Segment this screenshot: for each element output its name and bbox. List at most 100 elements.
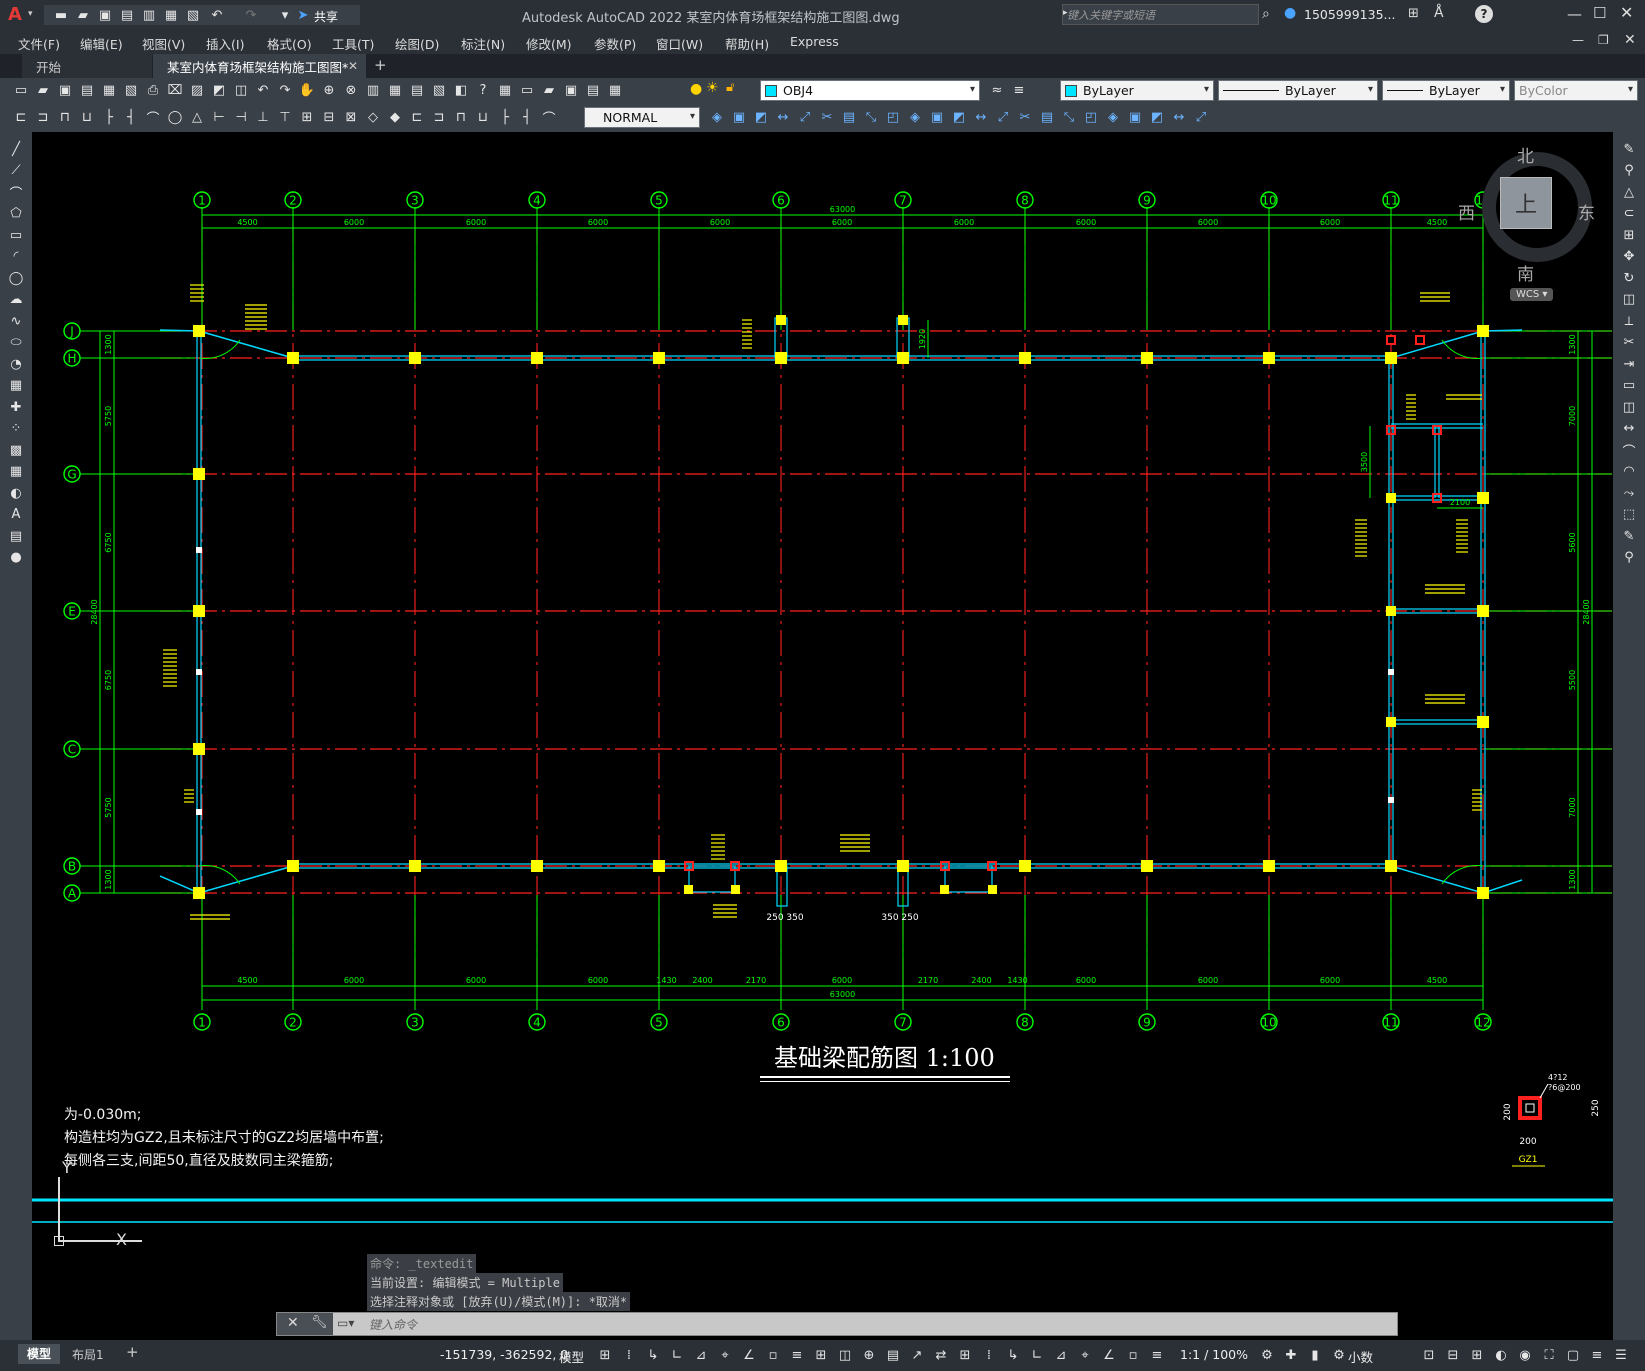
app-logo-icon[interactable]: A (8, 4, 30, 26)
autodesk-a360-icon[interactable]: Å (1434, 5, 1444, 21)
search-box[interactable]: 键入关键字或短语 (1062, 4, 1259, 25)
dimension-tool-23-icon[interactable]: ├ (496, 108, 514, 126)
modify-palette-15-icon[interactable]: ⌒ (1620, 441, 1638, 460)
modify-tool-15-icon[interactable]: ✂ (1016, 108, 1034, 126)
status-tool-3-icon[interactable]: ▮ (1306, 1346, 1324, 1364)
standard-tool-5-icon[interactable]: ▦ (100, 81, 118, 99)
dimension-tool-9-icon[interactable]: △ (188, 108, 206, 126)
dimension-tool-3-icon[interactable]: ⊓ (56, 108, 74, 126)
draw-tool-11-icon[interactable]: ◔ (7, 355, 25, 373)
modify-palette-1-icon[interactable]: ✎ (1620, 140, 1638, 158)
share-label[interactable]: 共享 (314, 8, 338, 25)
modify-tool-2-icon[interactable]: ▣ (730, 108, 748, 126)
modify-tool-11-icon[interactable]: ▣ (928, 108, 946, 126)
draw-tool-14-icon[interactable]: ⁘ (7, 420, 25, 438)
doc-minimize-icon[interactable]: — (1572, 33, 1584, 47)
draw-tool-7-icon[interactable]: ◯ (7, 269, 25, 287)
dimension-tool-21-icon[interactable]: ⊓ (452, 108, 470, 126)
annotation-scale[interactable]: 1:1 / 100% (1180, 1347, 1248, 1362)
status-end-5-icon[interactable]: ◉ (1516, 1346, 1534, 1364)
draw-tool-3-icon[interactable]: ⌒ (7, 183, 25, 202)
dimension-tool-18-icon[interactable]: ◆ (386, 108, 404, 126)
dimension-tool-20-icon[interactable]: ⊐ (430, 108, 448, 126)
status-toggle-19-icon[interactable]: ∟ (1028, 1346, 1046, 1364)
status-end-9-icon[interactable]: ☰ (1612, 1346, 1630, 1364)
standard-tool-10-icon[interactable]: ◩ (210, 81, 228, 99)
modify-palette-14-icon[interactable]: ↔ (1620, 420, 1638, 438)
standard-tool-17-icon[interactable]: ▥ (364, 81, 382, 99)
standard-tool-28-icon[interactable]: ▦ (606, 81, 624, 99)
tab-layout1[interactable]: 布局1 (72, 1346, 104, 1363)
draw-tool-6-icon[interactable]: ◜ (7, 248, 25, 266)
app-menu-chevron-icon[interactable]: ▾ (28, 9, 33, 19)
status-end-2-icon[interactable]: ⊟ (1444, 1346, 1462, 1364)
draw-tool-16-icon[interactable]: ▦ (7, 463, 25, 481)
close-icon[interactable]: ✕ (1620, 3, 1633, 22)
cart-icon[interactable]: ⊞ (1408, 6, 1419, 21)
tab-start[interactable]: 开始 (22, 54, 152, 78)
standard-tool-7-icon[interactable]: ⎙ (144, 81, 162, 99)
dimension-tool-4-icon[interactable]: ⊔ (78, 108, 96, 126)
save-icon[interactable]: ▣ (96, 6, 114, 24)
status-toggle-17-icon[interactable]: ⁞ (980, 1346, 998, 1364)
customize-qat-icon[interactable]: ▾ (276, 6, 294, 24)
modify-palette-7-icon[interactable]: ↻ (1620, 269, 1638, 287)
standard-tool-9-icon[interactable]: ▨ (188, 81, 206, 99)
standard-tool-20-icon[interactable]: ▧ (430, 81, 448, 99)
customize-command-icon[interactable]: 🔧︎ (311, 1315, 328, 1330)
standard-tool-14-icon[interactable]: ✋ (298, 81, 316, 99)
recent-commands-icon[interactable]: ▭▾ (337, 1316, 354, 1330)
layer-lock-icon[interactable]: 🔓︎ (726, 80, 734, 95)
minimize-icon[interactable]: — (1567, 5, 1582, 23)
wcs-menu[interactable]: WCS ▾ (1510, 288, 1554, 301)
viewcube-west[interactable]: 西 (1458, 199, 1475, 224)
status-toggle-21-icon[interactable]: ⌖ (1076, 1346, 1094, 1364)
viewcube-east[interactable]: 东 (1578, 199, 1595, 224)
modify-tool-8-icon[interactable]: ⤡ (862, 108, 880, 126)
standard-tool-8-icon[interactable]: ⌧ (166, 81, 184, 99)
maximize-icon[interactable]: ☐ (1593, 4, 1606, 22)
modify-palette-12-icon[interactable]: ▭ (1620, 377, 1638, 395)
standard-tool-3-icon[interactable]: ▣ (56, 81, 74, 99)
status-end-4-icon[interactable]: ◐ (1492, 1346, 1510, 1364)
dimension-tool-10-icon[interactable]: ⊢ (210, 108, 228, 126)
dimension-tool-2-icon[interactable]: ⊐ (34, 108, 52, 126)
command-input[interactable]: 键入命令 (369, 1316, 417, 1333)
drawing-canvas[interactable]: 1 1 2 2 3 3 4 4 5 5 6 6 7 7 8 8 9 9 10 10 11 11 12 12 J H G E C B A 630… (32, 132, 1613, 1340)
dimension-tool-6-icon[interactable]: ┤ (122, 108, 140, 126)
add-layout-button[interactable]: + (126, 1343, 139, 1361)
plotstyle-dropdown[interactable]: ByColor ▾ (1514, 80, 1638, 101)
modify-tool-21-icon[interactable]: ◩ (1148, 108, 1166, 126)
dimension-tool-8-icon[interactable]: ◯ (166, 108, 184, 126)
modify-tool-6-icon[interactable]: ✂ (818, 108, 836, 126)
status-toggle-5-icon[interactable]: ⊿ (692, 1346, 710, 1364)
status-toggle-13-icon[interactable]: ▤ (884, 1346, 902, 1364)
standard-tool-23-icon[interactable]: ▦ (496, 81, 514, 99)
modify-palette-8-icon[interactable]: ◫ (1620, 291, 1638, 309)
status-toggle-10-icon[interactable]: ⊞ (812, 1346, 830, 1364)
menu-file[interactable]: 文件(F) (18, 34, 60, 53)
modify-tool-22-icon[interactable]: ↔ (1170, 108, 1188, 126)
modify-tool-20-icon[interactable]: ▣ (1126, 108, 1144, 126)
modify-tool-13-icon[interactable]: ↔ (972, 108, 990, 126)
menu-express[interactable]: Express (790, 34, 839, 49)
modify-palette-10-icon[interactable]: ✂ (1620, 334, 1638, 352)
standard-tool-26-icon[interactable]: ▣ (562, 81, 580, 99)
status-end-7-icon[interactable]: ▢ (1564, 1346, 1582, 1364)
modify-palette-2-icon[interactable]: ⚲ (1620, 162, 1638, 180)
draw-tool-18-icon[interactable]: A (7, 506, 25, 524)
menu-edit[interactable]: 编辑(E) (80, 34, 123, 53)
modify-palette-5-icon[interactable]: ⊞ (1620, 226, 1638, 244)
draw-tool-4-icon[interactable]: ⬠ (7, 205, 25, 223)
status-toggle-20-icon[interactable]: ⊿ (1052, 1346, 1070, 1364)
standard-tool-13-icon[interactable]: ↷ (276, 81, 294, 99)
close-command-icon[interactable]: ✕ (287, 1315, 299, 1331)
draw-tool-9-icon[interactable]: ∿ (7, 312, 25, 330)
status-toggle-14-icon[interactable]: ↗ (908, 1346, 926, 1364)
dimension-tool-25-icon[interactable]: ⌒ (540, 108, 558, 127)
draw-tool-5-icon[interactable]: ▭ (7, 226, 25, 244)
status-toggle-7-icon[interactable]: ∠ (740, 1346, 758, 1364)
modify-palette-6-icon[interactable]: ✥ (1620, 248, 1638, 266)
user-icon[interactable]: ● (1284, 5, 1296, 21)
status-tool-2-icon[interactable]: ✚ (1282, 1346, 1300, 1364)
